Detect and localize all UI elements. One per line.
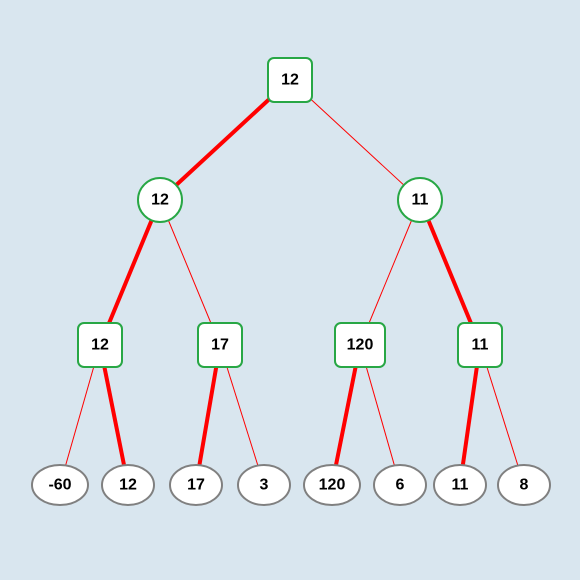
l2-3-label: 11: [472, 337, 489, 354]
l2-0-label: 12: [91, 337, 109, 354]
leaf-1-label: 12: [119, 477, 137, 494]
root-node: 12: [268, 58, 312, 102]
leaf-5-label: 6: [396, 477, 405, 494]
leaf-node-1: 12: [102, 465, 154, 505]
l2-2-label: 120: [347, 337, 374, 354]
leaf-node-2: 17: [170, 465, 222, 505]
leaf-node-5: 6: [374, 465, 426, 505]
leaf-2-label: 17: [187, 477, 205, 494]
l1-node-0: 12: [138, 178, 182, 222]
l2-node-1: 17: [198, 323, 242, 367]
l1-1-label: 11: [412, 192, 429, 209]
l2-node-0: 12: [78, 323, 122, 367]
leaf-3-label: 3: [260, 477, 269, 494]
leaf-4-label: 120: [319, 477, 346, 494]
leaf-node-0: -60: [32, 465, 88, 505]
l1-0-label: 12: [151, 192, 169, 209]
minimax-tree-svg: 12 12 11 12 17 120 11 -60 12 17 3: [0, 0, 580, 580]
root-label: 12: [281, 72, 299, 89]
l2-1-label: 17: [211, 337, 229, 354]
leaf-node-4: 120: [304, 465, 360, 505]
leaf-6-label: 11: [452, 477, 469, 494]
leaf-node-3: 3: [238, 465, 290, 505]
leaf-node-7: 8: [498, 465, 550, 505]
l2-node-2: 120: [335, 323, 385, 367]
leaf-7-label: 8: [520, 477, 529, 494]
leaf-node-6: 11: [434, 465, 486, 505]
l1-node-1: 11: [398, 178, 442, 222]
l2-node-3: 11: [458, 323, 502, 367]
leaf-0-label: -60: [48, 477, 71, 494]
